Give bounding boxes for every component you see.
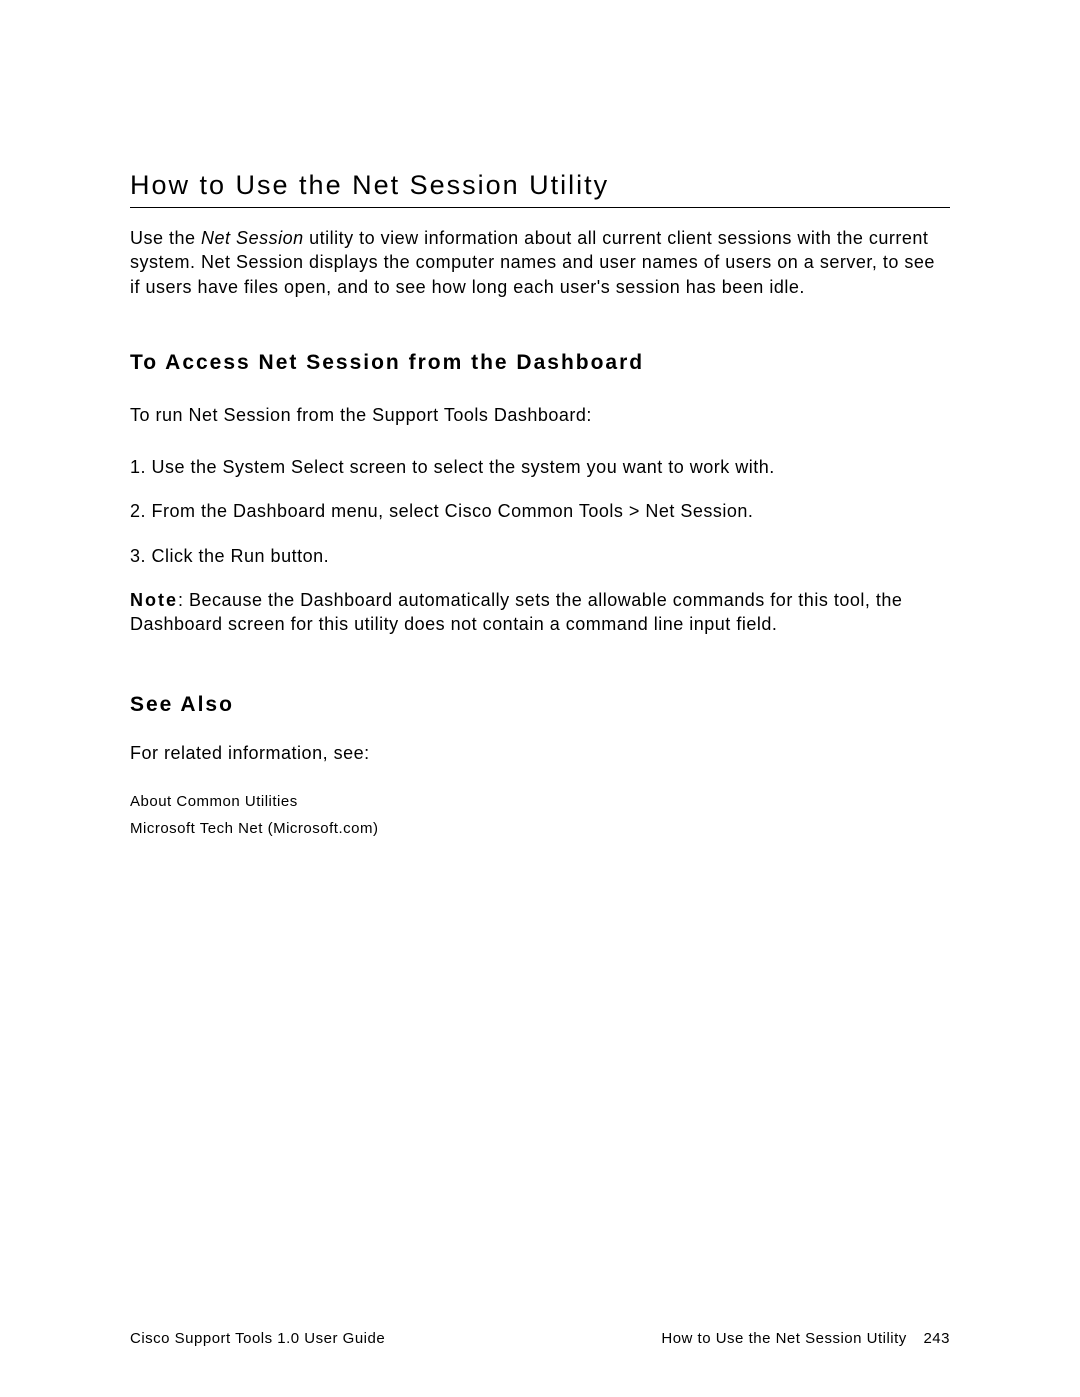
step-3: 3. Click the Run button. xyxy=(130,544,950,568)
page-footer: Cisco Support Tools 1.0 User Guide How t… xyxy=(130,1330,950,1347)
see-also-lead: For related information, see: xyxy=(130,741,950,765)
footer-right-title: How to Use the Net Session Utility xyxy=(661,1330,906,1347)
footer-page-number: 243 xyxy=(923,1330,950,1347)
link-microsoft-technet[interactable]: Microsoft Tech Net (Microsoft.com) xyxy=(130,820,950,837)
intro-paragraph: Use the Net Session utility to view info… xyxy=(130,226,950,299)
step-2: 2. From the Dashboard menu, select Cisco… xyxy=(130,499,950,523)
step-1: 1. Use the System Select screen to selec… xyxy=(130,455,950,479)
section-heading-access: To Access Net Session from the Dashboard xyxy=(130,351,950,375)
link-about-common-utilities[interactable]: About Common Utilities xyxy=(130,793,950,810)
page-title: How to Use the Net Session Utility xyxy=(130,170,950,208)
intro-prefix: Use the xyxy=(130,228,201,248)
section-lead: To run Net Session from the Support Tool… xyxy=(130,403,950,427)
footer-right: How to Use the Net Session Utility 243 xyxy=(661,1330,950,1347)
section-heading-see-also: See Also xyxy=(130,693,950,717)
footer-left: Cisco Support Tools 1.0 User Guide xyxy=(130,1330,385,1347)
note-label: Note xyxy=(130,590,178,610)
intro-italic: Net Session xyxy=(201,228,304,248)
note-body: : Because the Dashboard automatically se… xyxy=(130,590,902,634)
note-paragraph: Note: Because the Dashboard automaticall… xyxy=(130,588,950,637)
